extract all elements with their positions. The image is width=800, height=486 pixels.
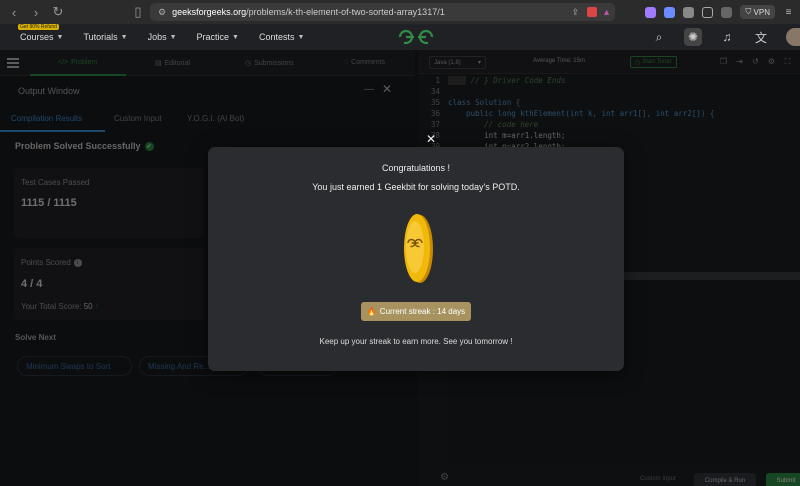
browser-toolbar: ‹ › ↻ ▯ ⚙ geeksforgeeks.org/problems/k-t… <box>0 0 800 24</box>
forward-icon[interactable]: › <box>28 4 44 20</box>
extension-icon[interactable] <box>683 6 695 18</box>
menu-label: Jobs <box>147 32 167 42</box>
header-actions: ⌕ ✺ ♫ 文 <box>650 28 800 46</box>
site-header: Get 90% Refund Courses ▼ Tutorials ▼ Jobs ▼… <box>0 24 800 50</box>
address-bar[interactable]: ⚙ geeksforgeeks.org/problems/k-th-elemen… <box>150 3 615 21</box>
search-icon[interactable]: ⌕ <box>650 28 668 46</box>
site-settings-icon[interactable]: ⚙ <box>158 7 166 18</box>
menu-label: Tutorials <box>83 32 118 42</box>
modal-title: Congratulations ! <box>381 163 451 173</box>
reload-icon[interactable]: ↻ <box>50 4 66 20</box>
modal-footer: Keep up your streak to earn more. See yo… <box>319 337 513 346</box>
bookmark-icon[interactable]: ▯ <box>130 4 146 20</box>
vpn-button[interactable]: ⛉ VPN <box>740 5 775 19</box>
menu-label: Courses <box>20 32 54 42</box>
back-icon[interactable]: ‹ <box>6 4 22 20</box>
wallet-icon[interactable] <box>721 6 733 18</box>
fire-icon: 🔥 <box>366 307 377 316</box>
congratulations-modal: Congratulations ! You just earned 1 Geek… <box>208 147 624 371</box>
url-path: /problems/k-th-element-of-two-sorted-arr… <box>246 7 445 17</box>
sidebar-icon[interactable] <box>702 6 714 18</box>
streak-badge: 🔥 Current streak : 14 days <box>361 302 471 321</box>
menu-icon[interactable]: ≡ <box>783 7 794 18</box>
bell-icon[interactable]: ♫ <box>718 28 736 46</box>
menu-label: Contests <box>258 32 295 42</box>
streak-text: Current streak : 14 days <box>379 307 466 316</box>
modal-close-icon[interactable]: ✕ <box>426 132 436 146</box>
avatar[interactable] <box>786 28 800 46</box>
chevron-down-icon: ▼ <box>56 33 64 41</box>
rewards-icon[interactable]: ▲ <box>602 7 611 17</box>
modal-subtitle: You just earned 1 Geekbit for solving to… <box>312 182 520 192</box>
chevron-down-icon: ▼ <box>169 33 177 41</box>
chevron-down-icon: ▼ <box>297 33 305 41</box>
app-root: ‹ › ↻ ▯ ⚙ geeksforgeeks.org/problems/k-t… <box>0 0 800 486</box>
chevron-down-icon: ▼ <box>120 33 128 41</box>
menu-label: Practice <box>196 32 230 42</box>
theme-toggle-icon[interactable]: ✺ <box>684 28 702 46</box>
brave-shield-icon[interactable] <box>587 7 597 17</box>
menu-jobs[interactable]: Jobs ▼ <box>148 32 177 42</box>
menu-courses[interactable]: Courses ▼ <box>20 32 63 42</box>
extension-icon[interactable] <box>664 6 676 18</box>
translate-icon[interactable]: 文 <box>752 28 770 46</box>
menu-tutorials[interactable]: Tutorials ▼ <box>83 32 127 42</box>
gfg-logo-icon[interactable] <box>398 28 434 46</box>
refund-badge[interactable]: Get 90% Refund <box>18 24 59 30</box>
geekbit-coin-icon <box>404 214 433 283</box>
browser-extensions: ⛉ VPN ≡ <box>645 3 800 21</box>
menu-practice[interactable]: Practice ▼ <box>197 32 239 42</box>
url-host: geeksforgeeks.org <box>172 7 247 17</box>
vpn-label: VPN <box>753 7 770 17</box>
menu-contests[interactable]: Contests ▼ <box>259 32 304 42</box>
share-icon[interactable]: ⇪ <box>571 7 579 18</box>
extension-icon[interactable] <box>645 6 657 18</box>
chevron-down-icon: ▼ <box>232 33 239 41</box>
